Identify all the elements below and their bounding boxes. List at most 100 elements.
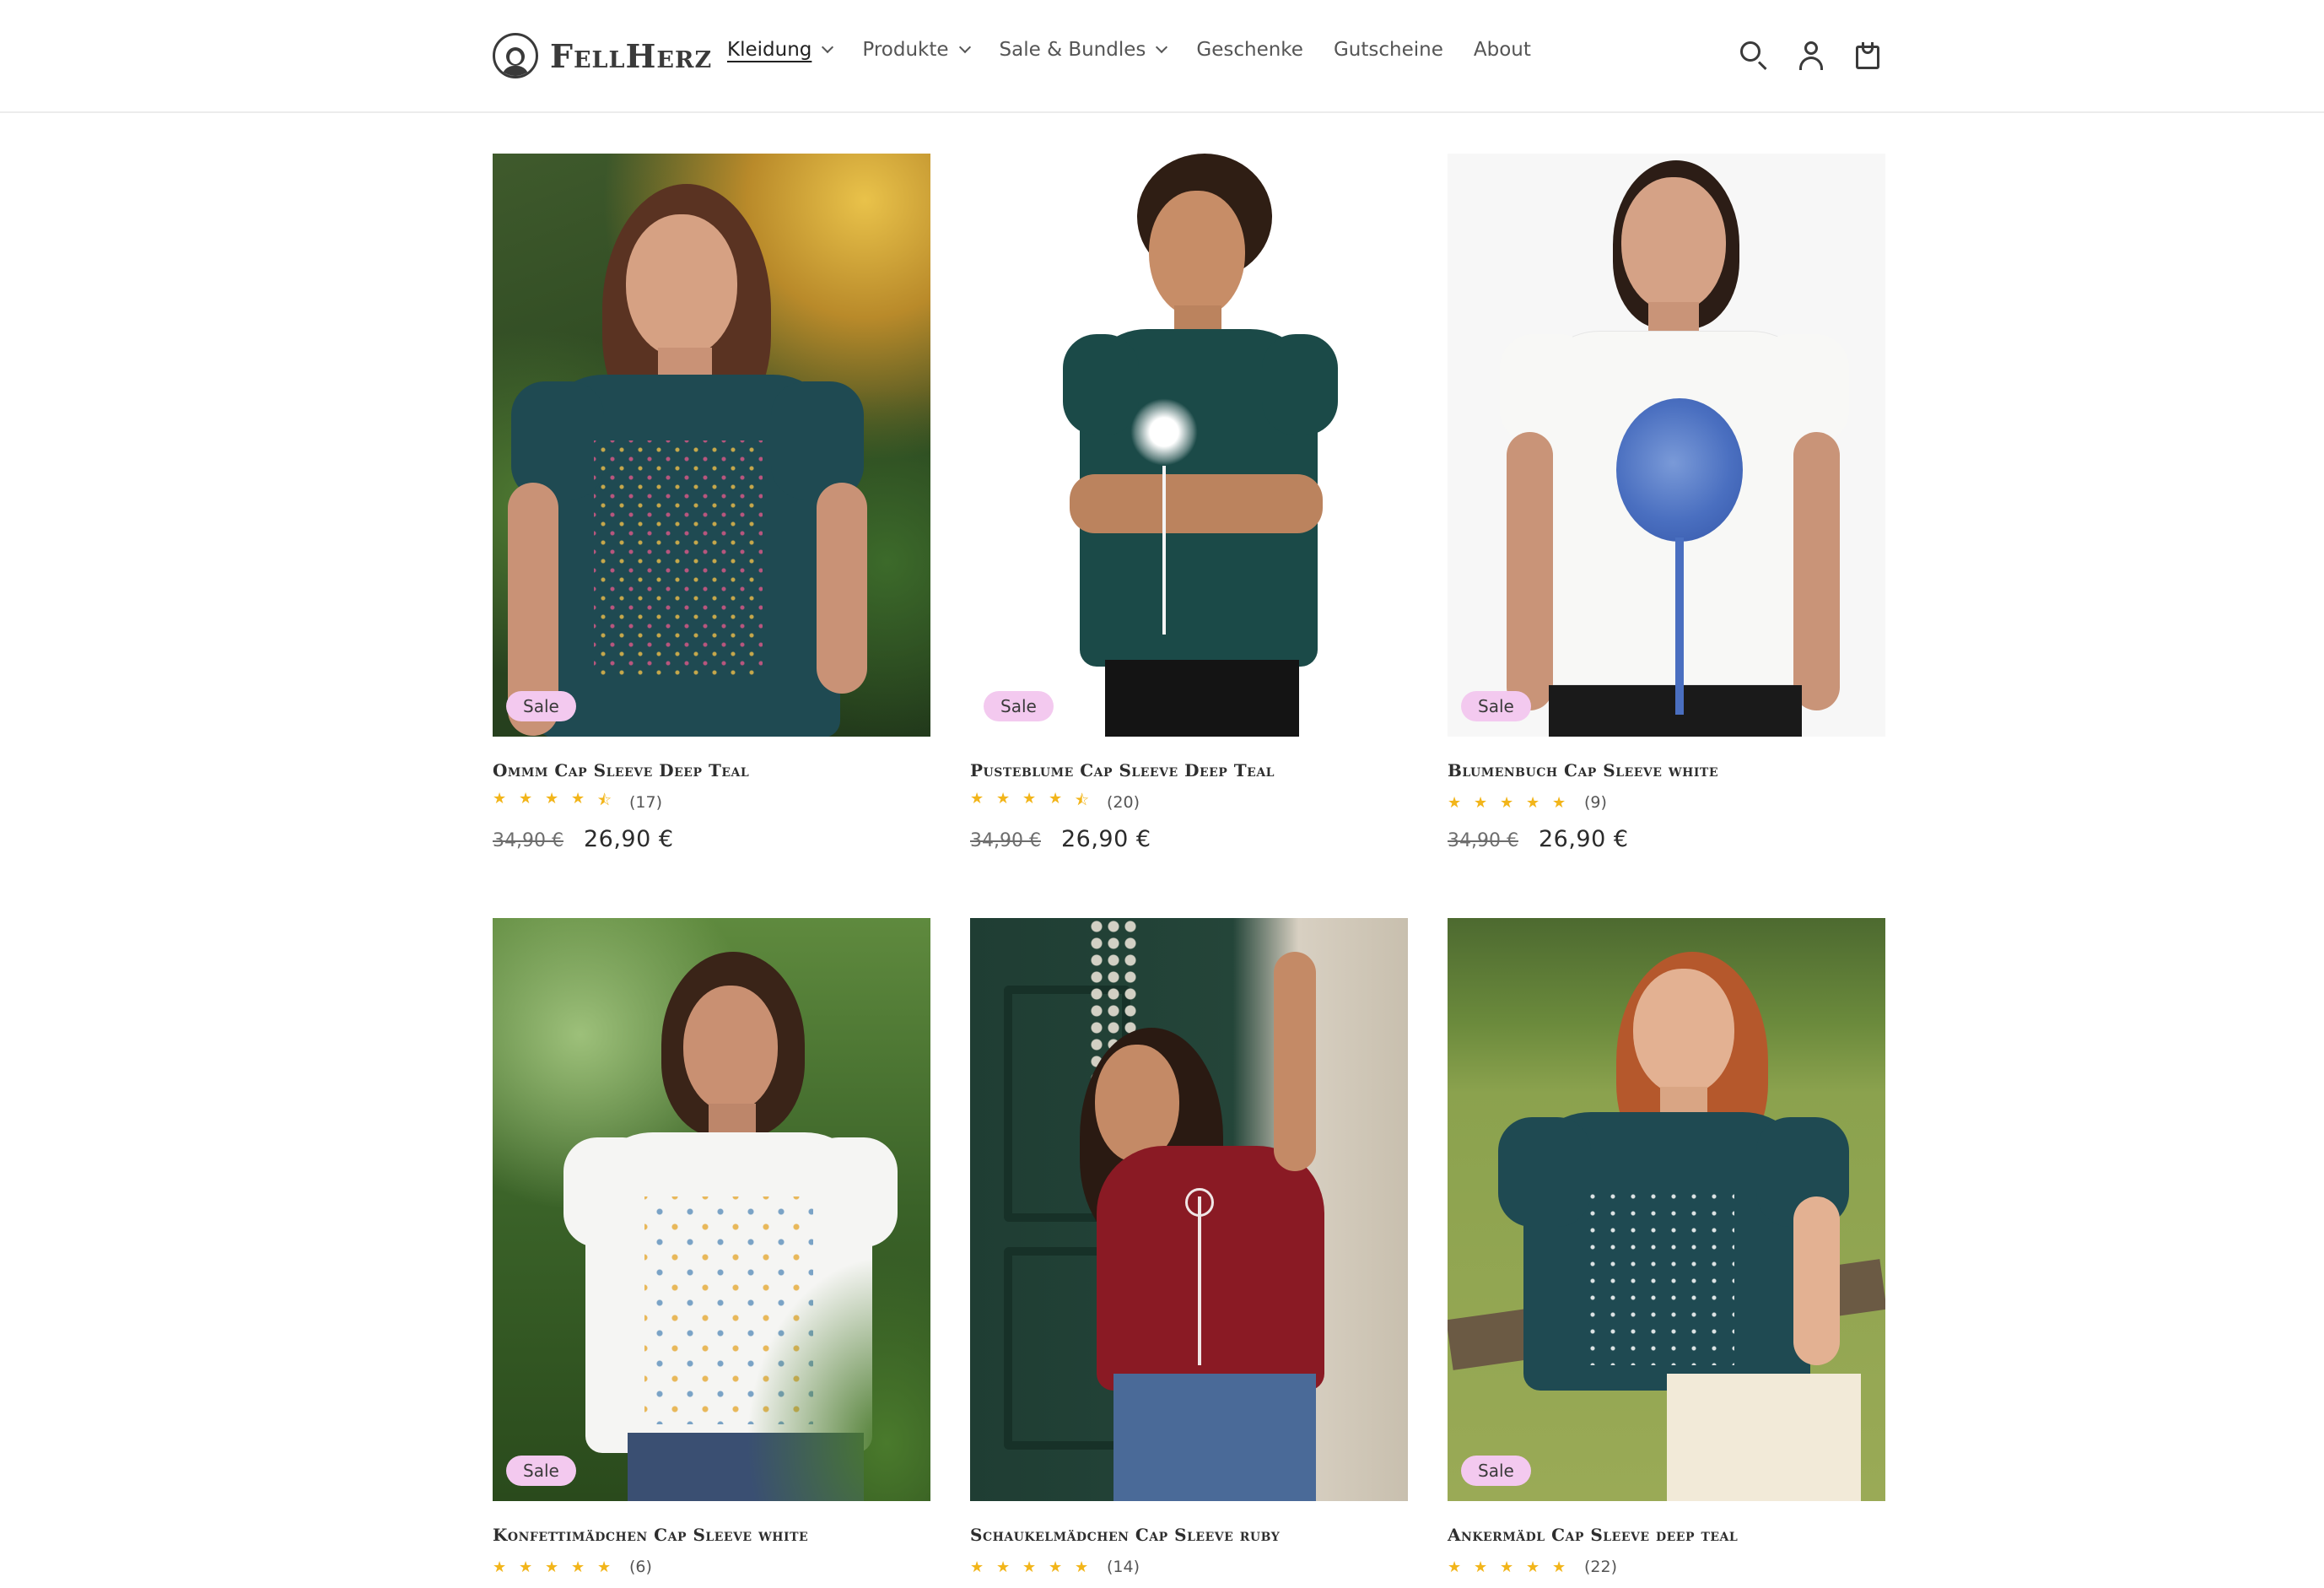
product-image[interactable]: Sale — [493, 154, 930, 737]
product-image[interactable]: Sale — [1448, 918, 1885, 1501]
star-icon: ★ — [1474, 1558, 1488, 1576]
star-icon: ★ — [545, 790, 559, 808]
price-row: 34,90 € 26,90 € — [493, 826, 930, 852]
sale-badge: Sale — [506, 691, 576, 721]
old-price: 34,90 € — [970, 830, 1041, 851]
nav-item-kleidung[interactable]: Kleidung — [727, 39, 834, 61]
product-title[interactable]: Konfettimädchen Cap Sleeve white — [493, 1525, 930, 1545]
star-half-icon: ⯪ — [597, 791, 612, 809]
star-icon: ★ — [1500, 793, 1514, 812]
star-icon: ★ — [1075, 1558, 1089, 1576]
rating-stars: ★ ★ ★ ★ ★ — [970, 1558, 1101, 1576]
star-icon: ★ — [519, 790, 533, 808]
rating-stars: ★ ★ ★ ★ ★ — [1448, 794, 1578, 812]
rating-stars: ★ ★ ★ ★ ★ — [1448, 1558, 1578, 1576]
product-title[interactable]: Pusteblume Cap Sleeve Deep Teal — [970, 760, 1408, 780]
main-nav: Kleidung Produkte Sale & Bundles Geschen… — [727, 39, 1561, 61]
nav-label: Gutscheine — [1333, 39, 1443, 61]
product-image[interactable] — [970, 918, 1408, 1501]
header-actions — [1736, 37, 1906, 74]
star-icon: ★ — [1500, 1558, 1514, 1576]
star-icon: ★ — [545, 1558, 559, 1576]
star-icon: ★ — [996, 790, 1011, 808]
rating-stars: ★ ★ ★ ★ ⯪ — [493, 790, 623, 815]
star-half-icon: ⯪ — [1075, 791, 1090, 809]
nav-label: Geschenke — [1196, 39, 1303, 61]
review-count: (20) — [1107, 793, 1140, 812]
product-card[interactable]: Sale Blumenbuch Cap Sleeve white ★ ★ ★ ★… — [1448, 154, 1885, 852]
product-title[interactable]: Ankermädl Cap Sleeve deep teal — [1448, 1525, 1885, 1545]
product-rating: ★ ★ ★ ★ ⯪ (20) — [970, 790, 1408, 815]
product-title[interactable]: Ommm Cap Sleeve Deep Teal — [493, 760, 930, 780]
old-price: 34,90 € — [493, 830, 563, 851]
product-rating: ★ ★ ★ ★ ★ (22) — [1448, 1557, 1885, 1577]
product-image[interactable]: Sale — [1448, 154, 1885, 737]
product-rating: ★ ★ ★ ★ ★ (14) — [970, 1557, 1408, 1577]
sale-price: 26,90 € — [583, 826, 674, 852]
price-row: 34,90 € 26,90 € — [970, 826, 1408, 852]
product-title[interactable]: Blumenbuch Cap Sleeve white — [1448, 760, 1885, 780]
product-rating: ★ ★ ★ ★ ★ (9) — [1448, 792, 1885, 813]
product-rating: ★ ★ ★ ★ ⯪ (17) — [493, 790, 930, 815]
cart-icon[interactable] — [1849, 37, 1886, 74]
star-icon: ★ — [519, 1558, 533, 1576]
nav-label: About — [1473, 39, 1531, 61]
star-icon: ★ — [493, 790, 507, 808]
product-card[interactable]: Sale Ommm Cap Sleeve Deep Teal ★ ★ ★ ★ ⯪… — [493, 154, 930, 852]
nav-item-gutscheine[interactable]: Gutscheine — [1334, 39, 1443, 61]
star-icon: ★ — [597, 1558, 612, 1576]
review-count: (17) — [629, 793, 663, 812]
nav-label: Sale & Bundles — [999, 39, 1146, 61]
sale-price: 26,90 € — [1538, 826, 1629, 852]
review-count: (14) — [1107, 1558, 1140, 1576]
review-count: (22) — [1584, 1558, 1618, 1576]
nav-label: Produkte — [862, 39, 949, 61]
price-row: 34,90 € 26,90 € — [1448, 826, 1885, 852]
star-icon: ★ — [996, 1558, 1011, 1576]
product-card[interactable]: Sale Pusteblume Cap Sleeve Deep Teal ★ ★… — [970, 154, 1408, 852]
product-image[interactable]: Sale — [493, 918, 930, 1501]
chevron-down-icon — [958, 41, 971, 54]
star-icon: ★ — [970, 790, 984, 808]
product-rating: ★ ★ ★ ★ ★ (6) — [493, 1557, 930, 1577]
brand-name: FellHerz — [550, 36, 713, 75]
review-count: (9) — [1584, 793, 1607, 812]
star-icon: ★ — [571, 790, 585, 808]
nav-item-geschenke[interactable]: Geschenke — [1196, 39, 1303, 61]
star-icon: ★ — [1022, 1558, 1037, 1576]
product-card[interactable]: Sale Ankermädl Cap Sleeve deep teal ★ ★ … — [1448, 918, 1885, 1577]
star-icon: ★ — [1049, 790, 1063, 808]
review-count: (6) — [629, 1558, 652, 1576]
star-icon: ★ — [970, 1558, 984, 1576]
star-icon: ★ — [1474, 793, 1488, 812]
product-image[interactable]: Sale — [970, 154, 1408, 737]
logo-icon — [493, 33, 538, 78]
site-header: FellHerz Kleidung Produkte Sale & Bundle… — [0, 0, 2324, 113]
star-icon: ★ — [571, 1558, 585, 1576]
brand-logo[interactable]: FellHerz — [493, 30, 712, 81]
star-icon: ★ — [1526, 1558, 1540, 1576]
sale-badge: Sale — [506, 1456, 576, 1486]
nav-label: Kleidung — [727, 39, 812, 61]
star-icon: ★ — [1448, 1558, 1462, 1576]
sale-price: 26,90 € — [1060, 826, 1151, 852]
sale-badge: Sale — [1461, 1456, 1531, 1486]
product-title[interactable]: Schaukelmädchen Cap Sleeve ruby — [970, 1525, 1408, 1545]
nav-item-about[interactable]: About — [1474, 39, 1531, 61]
star-icon: ★ — [1526, 793, 1540, 812]
sale-badge: Sale — [984, 691, 1054, 721]
star-icon: ★ — [1049, 1558, 1063, 1576]
old-price: 34,90 € — [1448, 830, 1518, 851]
rating-stars: ★ ★ ★ ★ ⯪ — [970, 790, 1101, 815]
nav-item-produkte[interactable]: Produkte — [862, 39, 971, 61]
chevron-down-icon — [822, 41, 834, 54]
star-icon: ★ — [1552, 793, 1566, 812]
product-card[interactable]: Schaukelmädchen Cap Sleeve ruby ★ ★ ★ ★ … — [970, 918, 1408, 1577]
chevron-down-icon — [1156, 41, 1168, 54]
account-icon[interactable] — [1793, 37, 1830, 74]
search-icon[interactable] — [1736, 37, 1773, 74]
nav-item-sale-bundles[interactable]: Sale & Bundles — [999, 39, 1168, 61]
star-icon: ★ — [493, 1558, 507, 1576]
sale-badge: Sale — [1461, 691, 1531, 721]
product-card[interactable]: Sale Konfettimädchen Cap Sleeve white ★ … — [493, 918, 930, 1577]
